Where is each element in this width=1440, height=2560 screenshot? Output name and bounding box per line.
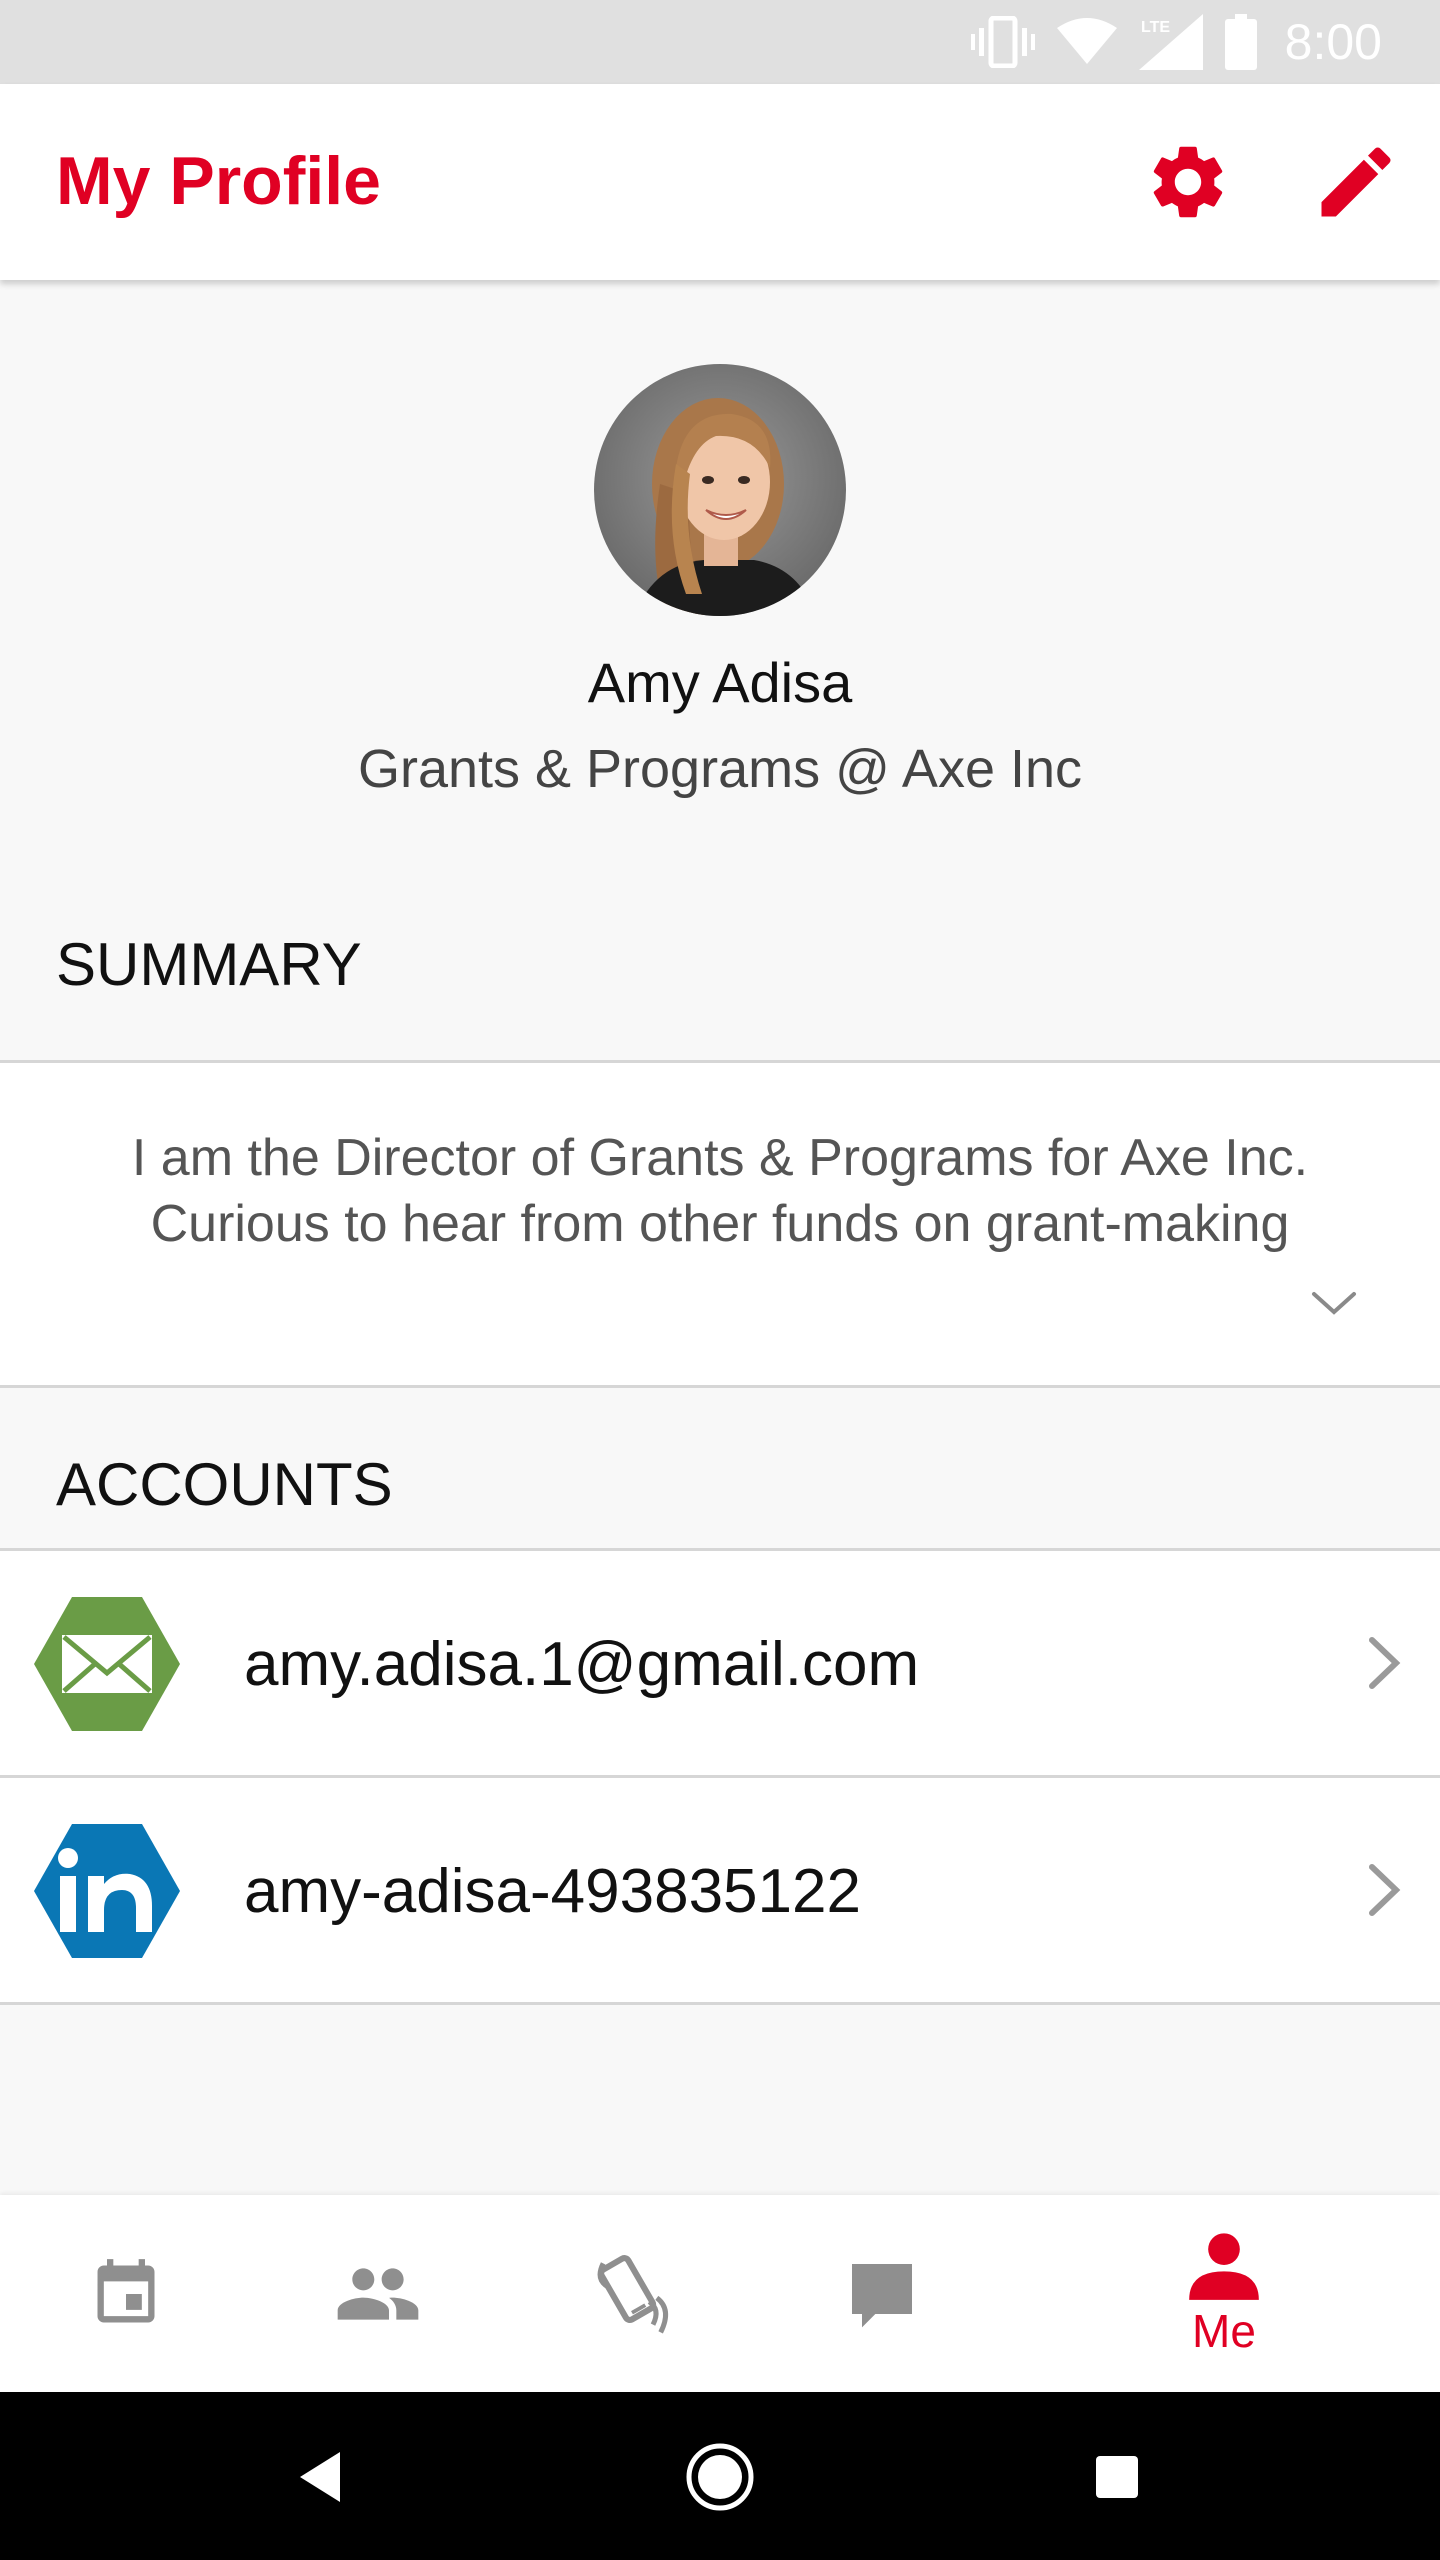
- edit-icon: [1321, 147, 1391, 217]
- chevron-right-icon: [1356, 1860, 1412, 1920]
- account-label-linkedin: amy-adisa-493835122: [244, 1857, 861, 1926]
- recents-icon: [1096, 2456, 1138, 2498]
- chevron-right-icon: [1356, 1633, 1412, 1693]
- vibrate-icon: [970, 16, 1035, 68]
- person-icon: [1189, 2232, 1259, 2300]
- expand-summary-button[interactable]: [1306, 1275, 1362, 1331]
- linkedin-icon: [34, 1824, 180, 1958]
- accounts-header-label: ACCOUNTS: [56, 1451, 393, 1518]
- status-bar: LTE 8:00: [0, 0, 1440, 84]
- recents-button[interactable]: [1072, 2432, 1162, 2522]
- summary-card[interactable]: I am the Director of Grants & Programs f…: [0, 1063, 1440, 1388]
- account-row-email[interactable]: amy.adisa.1@gmail.com: [0, 1551, 1440, 1778]
- chevron-down-icon: [1312, 1292, 1356, 1315]
- status-time: 8:00: [1284, 14, 1382, 70]
- nav-item-me-label: Me: [1192, 2304, 1256, 2357]
- accounts-section-header: ACCOUNTS: [0, 1388, 1440, 1551]
- nav-item-me[interactable]: Me: [1144, 2195, 1304, 2392]
- profile-name: Amy Adisa: [587, 651, 853, 714]
- summary-section-header: SUMMARY: [0, 900, 1440, 1063]
- wifi-icon: [1056, 18, 1117, 66]
- avatar[interactable]: [594, 364, 846, 616]
- svg-text:LTE: LTE: [1141, 19, 1170, 36]
- home-button[interactable]: [675, 2432, 765, 2522]
- battery-icon: [1224, 14, 1257, 70]
- phone-shake-icon: [597, 2254, 669, 2333]
- home-icon: [686, 2443, 754, 2511]
- profile-headline: Grants & Programs @ Axe Inc: [357, 739, 1083, 799]
- lte-signal-icon: LTE: [1138, 14, 1203, 70]
- settings-button[interactable]: [1140, 134, 1236, 230]
- people-icon: [337, 2267, 419, 2320]
- nav-item-chat[interactable]: [802, 2195, 962, 2392]
- account-row-linkedin[interactable]: amy-adisa-493835122: [0, 1778, 1440, 2005]
- system-navigation-bar: [0, 2392, 1440, 2560]
- edit-button[interactable]: [1308, 134, 1404, 230]
- app-bar: My Profile: [0, 84, 1440, 280]
- page-title: My Profile: [56, 143, 381, 219]
- bottom-navigation: Me: [0, 2195, 1440, 2392]
- back-icon: [300, 2452, 340, 2502]
- nav-item-shake[interactable]: [550, 2195, 710, 2392]
- back-button[interactable]: [276, 2432, 366, 2522]
- summary-text: I am the Director of Grants & Programs f…: [131, 1129, 1309, 1253]
- gear-icon: [1153, 146, 1223, 218]
- calendar-icon: [97, 2258, 155, 2322]
- account-label-email: amy.adisa.1@gmail.com: [244, 1630, 920, 1699]
- nav-item-people[interactable]: [298, 2195, 458, 2392]
- chat-icon: [852, 2263, 912, 2327]
- nav-item-calendar[interactable]: [46, 2195, 206, 2392]
- summary-header-label: SUMMARY: [56, 931, 362, 998]
- email-icon: [34, 1597, 180, 1731]
